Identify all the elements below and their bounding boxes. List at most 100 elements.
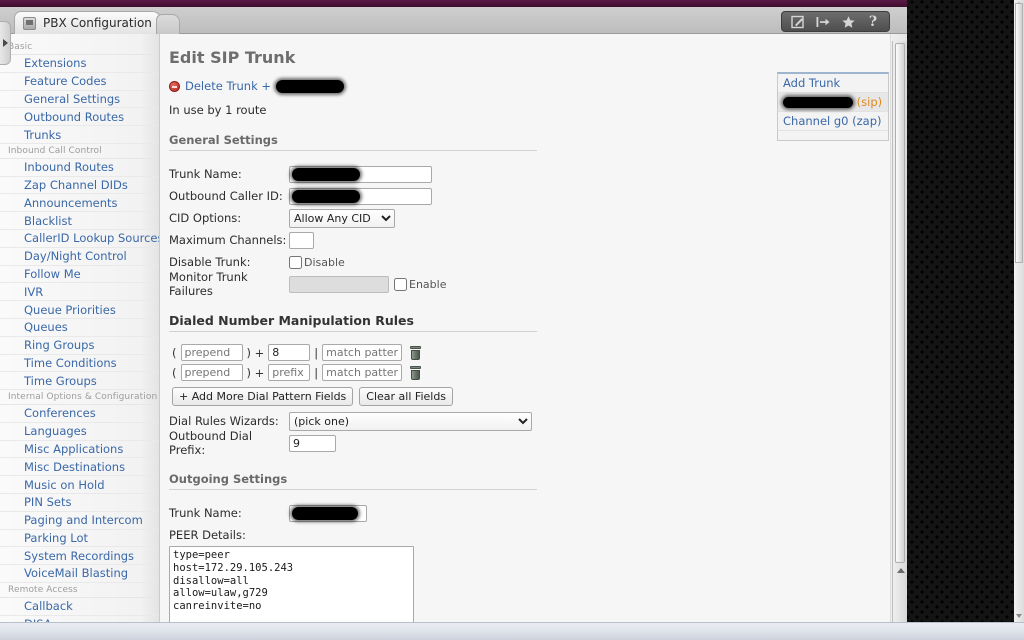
delete-circle-icon (169, 80, 180, 92)
outbound-caller-id-input[interactable] (289, 187, 432, 205)
desktop-scrollbar-thumb[interactable] (1015, 3, 1023, 263)
sidebar-item-outbound-routes[interactable]: Outbound Routes (0, 108, 159, 127)
disable-checkbox-label: Disable (304, 255, 345, 269)
trash-icon[interactable] (409, 365, 422, 380)
trunk-list-item-sip[interactable]: (sip) (778, 93, 888, 112)
close-paren: ) + (246, 365, 265, 380)
field-row-trunk-name: Trunk Name: (169, 163, 907, 185)
cid-options-select[interactable]: Allow Any CIDBlock Foreign CIDsRemove CI… (289, 208, 395, 228)
prepend-input[interactable] (180, 364, 243, 381)
delete-trunk-link[interactable]: Delete Trunk + (185, 79, 271, 93)
match-pattern-input[interactable] (322, 364, 403, 381)
sidebar-item-languages[interactable]: Languages (0, 423, 159, 441)
sidebar-item-music-on-hold[interactable]: Music on Hold (0, 476, 159, 494)
peer-details-label-row: PEER Details: (169, 524, 907, 546)
disable-trunk-checkbox[interactable] (289, 255, 302, 269)
peer-details-textarea[interactable]: type=peer host=172.29.105.243 disallow=a… (169, 546, 414, 622)
prepend-input[interactable] (180, 344, 243, 361)
sidebar-item-conferences[interactable]: Conferences (0, 405, 159, 423)
tab-pbx-configuration[interactable]: PBX Configuration (14, 11, 162, 34)
monitor-enable-label: Enable (409, 277, 447, 291)
tab-strip: PBX Configuration ? (0, 7, 907, 65)
pipe-separator: | (314, 345, 319, 360)
sidebar-item-queues[interactable]: Queues (0, 319, 159, 337)
clear-all-fields-button[interactable]: Clear all Fields (359, 387, 454, 406)
sidebar-item-time-groups[interactable]: Time Groups (0, 372, 159, 391)
sidebar-item-misc-destinations[interactable]: Misc Destinations (0, 458, 159, 477)
trash-icon[interactable] (409, 345, 422, 360)
dial-pattern-row: ( ) + | (169, 364, 907, 381)
sidebar-item-inbound-routes[interactable]: Inbound Routes (0, 159, 159, 177)
add-trunk-link[interactable]: Add Trunk (778, 74, 888, 93)
toolbar-icon-group: ? (781, 11, 890, 32)
maximum-channels-input[interactable] (289, 231, 314, 249)
logout-icon[interactable] (811, 12, 835, 31)
section-general-settings-heading: General Settings (169, 133, 537, 151)
sidebar-item-extensions[interactable]: Extensions (0, 55, 159, 73)
window-icon (23, 16, 36, 30)
sidebar-item-feature-codes[interactable]: Feature Codes (0, 73, 159, 91)
field-row-monitor-trunk-failures: Monitor Trunk Failures Enable (169, 270, 907, 298)
nav-group-basic: Basic (0, 40, 159, 55)
sidebar-item-misc-applications[interactable]: Misc Applications (0, 441, 159, 459)
monitor-enable-checkbox[interactable] (394, 277, 407, 291)
sidebar-item-blacklist[interactable]: Blacklist (0, 212, 159, 231)
add-more-dial-pattern-fields-button[interactable]: + Add More Dial Pattern Fields (172, 387, 354, 406)
sidebar-item-ivr[interactable]: IVR (0, 283, 159, 302)
outgoing-trunk-name-label: Trunk Name: (169, 506, 242, 520)
sidebar-item-pin-sets[interactable]: PIN Sets (0, 494, 159, 512)
scroll-up-arrow-icon[interactable] (897, 568, 905, 573)
browser-window: PBX Configuration ? Basic Extensions Fea… (0, 0, 907, 622)
outbound-dial-prefix-input[interactable] (289, 434, 336, 452)
redacted-value (292, 189, 360, 203)
trunk-name-label: Trunk Name: (169, 167, 242, 181)
scroll-down-arrow-icon[interactable] (1016, 614, 1022, 618)
star-icon[interactable] (836, 12, 860, 31)
page-title: Edit SIP Trunk (169, 48, 296, 67)
sidebar-item-zap-channel-dids[interactable]: Zap Channel DIDs (0, 177, 159, 195)
trunk-name-input[interactable] (289, 165, 432, 183)
trunk-list-item-zap[interactable]: Channel g0 (zap) (778, 112, 888, 131)
nav-group-remote-access: Remote Access (0, 583, 159, 598)
dial-pattern-row: ( ) + | (169, 344, 907, 361)
panel-filler (778, 131, 888, 140)
scrollbar-thumb[interactable] (895, 43, 905, 563)
redacted-value (292, 167, 360, 181)
window-vertical-scrollbar[interactable] (892, 41, 907, 622)
sidebar-item-callback[interactable]: Callback (0, 598, 159, 616)
field-row-outbound-caller-id: Outbound Caller ID: (169, 185, 907, 207)
help-icon[interactable]: ? (861, 12, 885, 31)
main-content: Edit SIP Trunk Delete Trunk + In use by … (160, 34, 907, 622)
dial-rules-wizards-select[interactable]: (pick one)Simple 10 digitSimple 7 digit1… (289, 411, 532, 431)
compose-icon[interactable] (786, 12, 810, 31)
sidebar-item-queue-priorities[interactable]: Queue Priorities (0, 301, 159, 319)
sidebar-item-paging-and-intercom[interactable]: Paging and Intercom (0, 512, 159, 530)
tab-new[interactable] (156, 14, 180, 34)
expand-arrow-icon (2, 39, 8, 47)
sidebar-item-parking-lot[interactable]: Parking Lot (0, 530, 159, 548)
sidebar-item-announcements[interactable]: Announcements (0, 194, 159, 213)
sidebar-item-trunks[interactable]: Trunks (0, 126, 159, 144)
sidebar-item-system-recordings[interactable]: System Recordings (0, 547, 159, 566)
desktop-bottom-bar (0, 622, 1024, 640)
sidebar-item-voicemail-blasting[interactable]: VoiceMail Blasting (0, 565, 159, 583)
sidebar-item-general-settings[interactable]: General Settings (0, 91, 159, 109)
sip-tag: (sip) (856, 95, 883, 109)
sidebar-item-ring-groups[interactable]: Ring Groups (0, 337, 159, 355)
cid-options-label: CID Options: (169, 211, 242, 225)
sidebar-expand-handle[interactable] (0, 21, 11, 65)
sidebar-item-follow-me[interactable]: Follow Me (0, 266, 159, 284)
sidebar-item-day-night-control[interactable]: Day/Night Control (0, 248, 159, 266)
monitor-trunk-failures-input (289, 275, 389, 293)
maximum-channels-label: Maximum Channels: (169, 233, 287, 247)
sidebar-item-callerid-lookup-sources[interactable]: CallerID Lookup Sources (0, 230, 159, 248)
prefix-input[interactable] (268, 344, 311, 361)
desktop-vertical-scrollbar[interactable] (1014, 0, 1024, 622)
nav-group-internal-options: Internal Options & Configuration (0, 390, 159, 406)
open-paren: ( (172, 345, 177, 360)
match-pattern-input[interactable] (322, 344, 403, 361)
sidebar-item-time-conditions[interactable]: Time Conditions (0, 355, 159, 373)
prefix-input[interactable] (268, 364, 311, 381)
redacted-value (292, 506, 358, 520)
outgoing-trunk-name-input[interactable] (289, 504, 367, 522)
